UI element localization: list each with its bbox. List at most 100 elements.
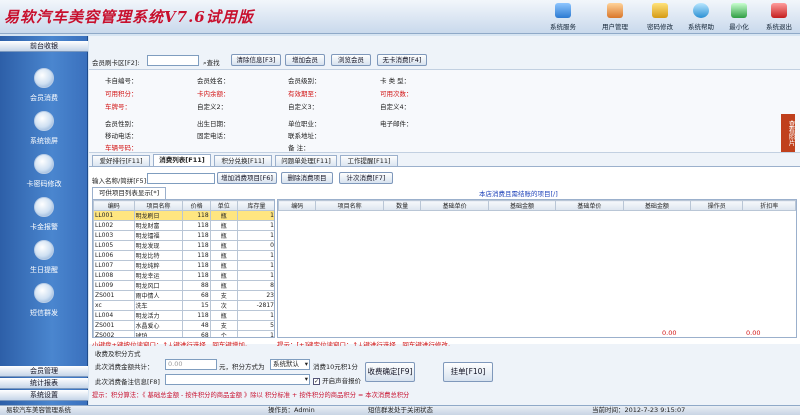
table-cell: 1 <box>236 270 274 281</box>
table-cell: 48 <box>182 320 211 331</box>
point-mode-select[interactable]: 系统默认 ▾ <box>270 359 310 370</box>
sidebar-header[interactable]: 前台收银 <box>0 41 88 52</box>
toolbar-user-manage[interactable]: 用户管理 <box>594 2 636 32</box>
table-cell: 118 <box>182 260 211 271</box>
toolbar-help[interactable]: 系统帮助 <box>683 2 719 32</box>
table-row[interactable]: LL009 明龙风口 88 瓶 8 <box>93 280 274 291</box>
table-row[interactable]: LL002 明龙财富 118 瓶 1 <box>93 220 274 231</box>
hold-order-button[interactable]: 挂单[F10] <box>443 362 493 382</box>
point-rate-label: 消费10元积1分 <box>313 363 358 371</box>
toolbar-exit[interactable]: 系统退出 <box>760 2 798 32</box>
sidebar-item-card-password[interactable]: 卡密码修改 <box>0 152 88 196</box>
column-header[interactable]: 基础单价 <box>420 200 489 211</box>
points-label: 可用积分： <box>105 90 138 98</box>
column-header[interactable]: 单位 <box>209 200 238 211</box>
total-final-amount: 0.00 <box>746 329 761 337</box>
toolbar-password[interactable]: 密码修改 <box>642 2 678 32</box>
column-header[interactable]: 基础金额 <box>487 200 557 211</box>
payment-panel: 收费及积分方式 此次消费金额共计： 0.00 元，积分方式为 系统默认 ▾ 消费1… <box>89 346 800 404</box>
table-row[interactable]: ZS002 琥珀 68 个 1 <box>93 330 274 337</box>
custom4-label: 自定义4： <box>380 103 411 111</box>
table-cell: 琥珀 <box>133 330 184 337</box>
sidebar-item-card-alarm[interactable]: 卡金报警 <box>0 195 88 239</box>
table-row[interactable]: ZS001 雨中情人 68 支 23 <box>93 290 274 301</box>
view-photo-button[interactable]: 查看照片 <box>781 114 795 152</box>
column-header[interactable]: 项目名称 <box>315 200 384 211</box>
column-header[interactable]: 编码 <box>277 200 317 211</box>
amount-input[interactable]: 0.00 <box>165 359 217 370</box>
sidebar-item-member-consume[interactable]: 会员消费 <box>0 66 88 110</box>
tab-hobby-rank[interactable]: 爱好排行[F11] <box>92 155 150 166</box>
column-header[interactable]: 项目名称 <box>133 200 184 211</box>
table-row[interactable]: xc 洗车 15 次 -2817 <box>93 300 274 311</box>
exit-icon <box>771 3 787 18</box>
table-row[interactable]: LL008 明龙幸运 118 瓶 1 <box>93 270 274 281</box>
table-cell: ZS001 <box>93 290 135 301</box>
confirm-payment-button[interactable]: 收费确定[F9] <box>365 362 415 382</box>
delete-consume-item-button[interactable]: 删除消费项目 <box>281 172 333 184</box>
status-time: 当前时间：2012-7-23 9:15:07 <box>592 406 686 414</box>
column-header[interactable]: 折扣率 <box>742 200 796 211</box>
column-header[interactable]: 库存量 <box>236 200 274 211</box>
birthday-icon <box>34 240 54 260</box>
add-consume-item-button[interactable]: 增加消费项目[F6] <box>217 172 277 184</box>
table-cell: 明龙幸运 <box>133 270 184 281</box>
chevron-down-icon: ▾ <box>304 360 308 368</box>
voice-toggle[interactable]: ✓ 开启声音报价 <box>313 375 361 385</box>
tab-issue-handling[interactable]: 问题单处理[F11] <box>275 155 337 166</box>
table-cell: -2817 <box>236 300 274 311</box>
checkout-items-title: 本店消费且需结账的项目[/] <box>479 190 558 198</box>
item-search-input[interactable] <box>147 173 215 184</box>
password-icon <box>652 3 668 18</box>
table-cell: 1 <box>236 220 274 231</box>
table-row[interactable]: ZS001 水晶爱心 48 支 5 <box>93 320 274 331</box>
table-cell: 瓶 <box>209 240 238 251</box>
sidebar-item-lock-screen[interactable]: 系统锁屏 <box>0 109 88 153</box>
table-row[interactable]: LL007 明龙纯粹 118 瓶 1 <box>93 260 274 271</box>
browse-member-button[interactable]: 浏览会员 <box>331 54 371 66</box>
toolbar-minimize[interactable]: 最小化 <box>722 2 756 32</box>
tab-points-exchange[interactable]: 积分兑换[F11] <box>214 155 272 166</box>
column-header[interactable]: 基础金额 <box>622 200 692 211</box>
table-cell: 明龙活力 <box>133 310 184 321</box>
column-header[interactable]: 编码 <box>93 200 135 211</box>
sidebar-footer-settings[interactable]: 系统设置 <box>0 390 88 401</box>
table-row[interactable]: LL001 明龙刷日 118 瓶 1 <box>93 210 274 221</box>
table-cell: ZS001 <box>93 320 135 331</box>
table-cell: 瓶 <box>209 310 238 321</box>
column-header[interactable]: 操作员 <box>690 200 744 211</box>
table-cell: 1 <box>236 330 274 337</box>
table-cell: 瓶 <box>209 250 238 261</box>
table-cell: LL005 <box>93 240 135 251</box>
column-header[interactable]: 价格 <box>182 200 211 211</box>
sidebar-item-birthday[interactable]: 生日提醒 <box>0 238 88 282</box>
table-cell: 次 <box>209 300 238 311</box>
toolbar-system-service[interactable]: 系统服务 <box>542 2 584 32</box>
table-row[interactable]: LL006 明龙比特 118 瓶 1 <box>93 250 274 261</box>
tab-available-items[interactable]: 可供项目列表显示[*] <box>92 187 166 199</box>
table-row[interactable]: LL003 明龙镭福 118 瓶 1 <box>93 230 274 241</box>
no-card-consume-button[interactable]: 无卡消费[F4] <box>377 54 427 66</box>
table-cell: 118 <box>182 230 211 241</box>
sidebar-footer-member-manage[interactable]: 会员管理 <box>0 366 88 377</box>
sidebar-footer-reports[interactable]: 统计报表 <box>0 378 88 389</box>
clear-info-button[interactable]: 清除信息[F3] <box>231 54 281 66</box>
sidebar-item-sms[interactable]: 短信群发 <box>0 281 88 325</box>
table-row[interactable]: LL004 明龙活力 118 瓶 1 <box>93 310 274 321</box>
gender-label: 会员性别： <box>105 120 138 128</box>
card-password-icon <box>34 154 54 174</box>
table-cell: 支 <box>209 320 238 331</box>
amount-label: 此次消费金额共计： <box>95 363 154 371</box>
find-button[interactable]: ⌕查找 <box>203 57 220 68</box>
table-cell: LL006 <box>93 250 135 261</box>
tab-work-reminder[interactable]: 工作提醒[F11] <box>340 155 398 166</box>
card-swipe-input[interactable] <box>147 55 199 66</box>
times-label: 可用次数： <box>380 90 413 98</box>
tab-consume-list[interactable]: 消费列表[F11] <box>153 154 211 166</box>
table-row[interactable]: LL005 明龙发现 118 瓶 0 <box>93 240 274 251</box>
column-header[interactable]: 数量 <box>382 200 422 211</box>
column-header[interactable]: 基础单价 <box>555 200 624 211</box>
times-consume-button[interactable]: 计次消费[F7] <box>339 172 393 184</box>
remark-info-select[interactable]: ▾ <box>165 374 310 385</box>
add-member-button[interactable]: 增加会员 <box>285 54 325 66</box>
